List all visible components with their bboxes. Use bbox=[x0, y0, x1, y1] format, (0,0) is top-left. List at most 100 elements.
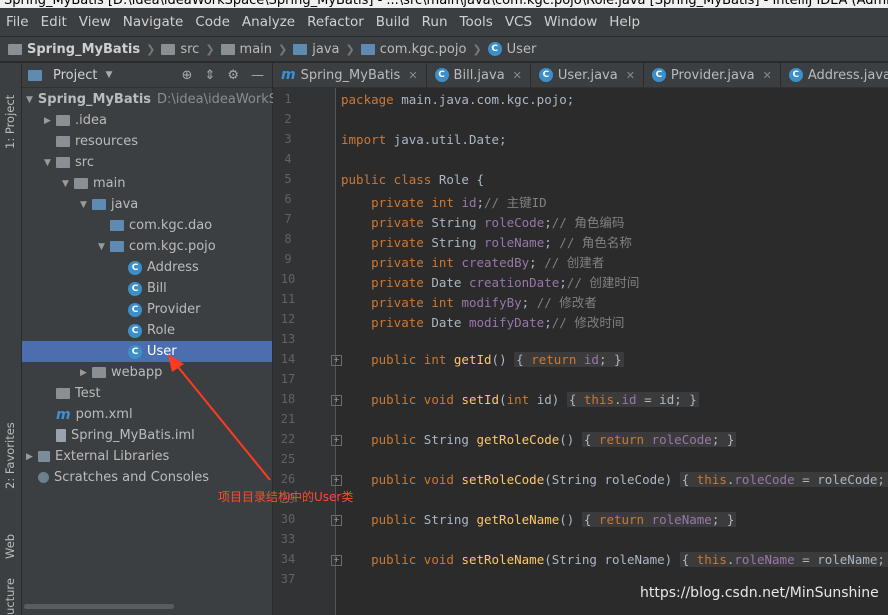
breadcrumb-item[interactable]: src ❯ bbox=[161, 42, 220, 57]
expanded-arrow-icon[interactable]: ▼ bbox=[98, 242, 110, 252]
folder-icon bbox=[8, 43, 22, 55]
tool-window-project[interactable]: 1: Project bbox=[3, 95, 17, 149]
tree-item-src[interactable]: ▼ src bbox=[22, 152, 272, 173]
project-panel-title[interactable]: Project bbox=[53, 68, 97, 83]
tool-window-structure[interactable]: ucture bbox=[3, 578, 17, 615]
menu-view[interactable]: View bbox=[73, 14, 117, 30]
line-number: 5 bbox=[284, 172, 292, 186]
tree-item-com-kgc-pojo[interactable]: ▼ com.kgc.pojo bbox=[22, 236, 272, 257]
editor-tab[interactable]: C Bill.java ✕ bbox=[427, 63, 531, 87]
close-icon[interactable]: ✕ bbox=[408, 69, 417, 82]
menu-run[interactable]: Run bbox=[416, 14, 454, 30]
tree-item-bill[interactable]: C Bill bbox=[22, 278, 272, 299]
chevron-right-icon: ❯ bbox=[146, 42, 156, 56]
expanded-arrow-icon[interactable]: ▼ bbox=[80, 200, 92, 210]
tree-item-path: D:\idea\ideaWorkS bbox=[157, 92, 278, 107]
tool-window-favorites[interactable]: 2: Favorites bbox=[3, 422, 17, 489]
collapsed-arrow-icon[interactable]: ▶ bbox=[80, 368, 92, 378]
menu-file[interactable]: File bbox=[0, 14, 35, 30]
tree-item-idea[interactable]: ▶ .idea bbox=[22, 110, 272, 131]
code-line: private int id;// 主键ID bbox=[371, 195, 547, 210]
package-icon bbox=[110, 220, 124, 231]
class-icon: C bbox=[788, 68, 803, 82]
line-number: 13 bbox=[280, 332, 296, 346]
tool-window-web[interactable]: Web bbox=[3, 534, 17, 559]
line-number: 4 bbox=[284, 152, 292, 166]
tree-item-com-kgc-dao[interactable]: com.kgc.dao bbox=[22, 215, 272, 236]
code-area[interactable]: package main.java.com.kgc.pojo; import ja… bbox=[335, 88, 888, 615]
line-number: 3 bbox=[284, 132, 292, 146]
line-number: 12 bbox=[280, 312, 296, 326]
tree-item-spring-mybatis[interactable]: ▼ Spring_MyBatis D:\idea\ideaWorkS bbox=[22, 89, 277, 110]
project-panel: Project ▼ ⊕ ⇕ ⚙ — ▼ Spring_MyBatis D:\idea… bbox=[22, 63, 277, 615]
collapsed-arrow-icon[interactable]: ▶ bbox=[26, 452, 38, 462]
chevron-right-icon: ❯ bbox=[278, 42, 288, 56]
gear-icon[interactable]: ⚙ bbox=[227, 68, 239, 83]
code-line: private Date modifyDate;// 修改时间 bbox=[371, 315, 625, 330]
horizontal-scrollbar[interactable] bbox=[22, 602, 272, 611]
editor-tab[interactable]: CAddress.java✕ bbox=[781, 63, 888, 87]
source-folder-icon bbox=[293, 43, 308, 55]
annotation-arrow bbox=[168, 354, 271, 481]
class-icon: C bbox=[487, 42, 502, 56]
menu-analyze[interactable]: Analyze bbox=[236, 14, 301, 30]
maven-icon: m bbox=[56, 406, 71, 423]
tree-item-resources[interactable]: resources bbox=[22, 131, 272, 152]
tree-item-role[interactable]: C Role bbox=[22, 320, 272, 341]
close-icon[interactable]: ✕ bbox=[513, 69, 522, 82]
hide-icon[interactable]: — bbox=[251, 68, 264, 83]
breadcrumb-label: java bbox=[312, 41, 340, 57]
line-number: 2 bbox=[284, 112, 292, 126]
tree-item-label: Role bbox=[147, 323, 176, 338]
code-editor: m Spring_MyBatis ✕ C Bill.java ✕ C User.java ✕ C P… bbox=[273, 63, 888, 615]
tree-item-java[interactable]: ▼ java bbox=[22, 194, 272, 215]
scratch-icon bbox=[38, 472, 49, 483]
breadcrumb-item[interactable]: main ❯ bbox=[220, 42, 294, 57]
menu-edit[interactable]: Edit bbox=[35, 14, 73, 30]
breadcrumb-item[interactable]: com.kgc.pojo ❯ bbox=[360, 42, 488, 57]
editor-tab-label: Address.java bbox=[807, 67, 888, 83]
collapse-icon[interactable]: ⇕ bbox=[204, 68, 215, 83]
tree-item-label: Provider bbox=[147, 302, 201, 317]
expanded-arrow-icon[interactable]: ▼ bbox=[26, 95, 33, 105]
close-icon[interactable]: ✕ bbox=[626, 69, 635, 82]
folder-icon bbox=[161, 43, 176, 55]
expanded-arrow-icon[interactable]: ▼ bbox=[62, 179, 74, 189]
menu-build[interactable]: Build bbox=[370, 14, 416, 30]
menu-navigate[interactable]: Navigate bbox=[117, 14, 190, 30]
expanded-arrow-icon[interactable]: ▼ bbox=[44, 158, 56, 168]
editor-tab-label: User.java bbox=[557, 67, 618, 83]
locate-icon[interactable]: ⊕ bbox=[182, 68, 193, 83]
breadcrumb-item[interactable]: C User bbox=[487, 41, 537, 57]
menu-window[interactable]: Window bbox=[538, 14, 603, 30]
tree-item-address[interactable]: C Address bbox=[22, 257, 272, 278]
menu-help[interactable]: Help bbox=[603, 14, 646, 30]
tree-item-provider[interactable]: C Provider bbox=[22, 299, 272, 320]
chevron-down-icon[interactable]: ▼ bbox=[105, 70, 112, 80]
line-number: 9 bbox=[284, 252, 292, 266]
line-number: 33 bbox=[280, 532, 296, 546]
breadcrumb-label: User bbox=[506, 41, 537, 57]
code-line: public void setRoleName(String roleName)… bbox=[341, 552, 888, 567]
editor-tab[interactable]: C User.java ✕ bbox=[531, 63, 644, 87]
breadcrumb: Spring_MyBatis ❯ src ❯ main ❯ java ❯ com.kgc.poj… bbox=[0, 36, 888, 62]
line-number: 1 bbox=[284, 92, 292, 106]
tree-item-main[interactable]: ▼ main bbox=[22, 173, 272, 194]
code-line: public String getRoleName() { return rol… bbox=[371, 512, 737, 527]
breadcrumb-item[interactable]: Spring_MyBatis ❯ bbox=[8, 42, 161, 57]
menu-tools[interactable]: Tools bbox=[454, 14, 499, 30]
close-icon[interactable]: ✕ bbox=[763, 69, 772, 82]
source-folder-icon bbox=[92, 199, 106, 210]
editor-tab[interactable]: m Spring_MyBatis ✕ bbox=[273, 63, 427, 87]
code-line: public void setRoleCode(String roleCode)… bbox=[341, 472, 888, 487]
collapsed-arrow-icon[interactable]: ▶ bbox=[44, 116, 56, 126]
menu-vcs[interactable]: VCS bbox=[499, 14, 538, 30]
menu-code[interactable]: Code bbox=[189, 14, 236, 30]
breadcrumb-item[interactable]: java ❯ bbox=[293, 42, 360, 57]
menu-refactor[interactable]: Refactor bbox=[301, 14, 370, 30]
class-icon: C bbox=[128, 302, 142, 317]
source-folder-icon bbox=[360, 43, 375, 55]
annotation-text: 项目目录结构中的User类 bbox=[218, 490, 354, 504]
code-line: private String roleName; // 角色名称 bbox=[371, 235, 632, 250]
editor-tab[interactable]: C Provider.java ✕ bbox=[644, 63, 781, 87]
